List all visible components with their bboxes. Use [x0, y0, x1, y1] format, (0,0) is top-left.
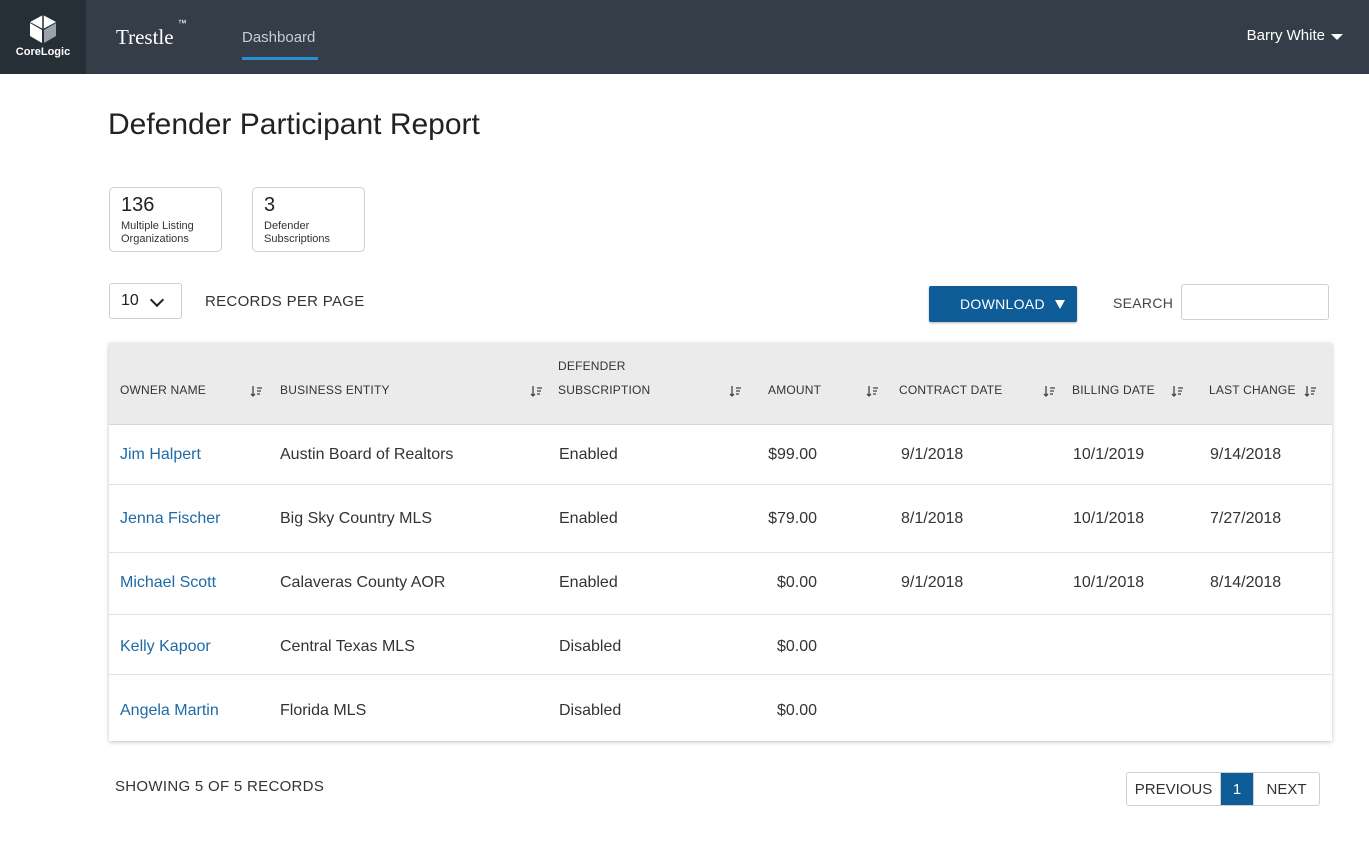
amount-cell: $99.00: [768, 446, 817, 463]
owner-name-link[interactable]: Jim Halpert: [120, 446, 201, 464]
column-header-business-entity[interactable]: BUSINESS ENTITY: [280, 383, 390, 397]
column-header-label: LAST CHANGE: [1209, 383, 1296, 397]
stat-label-line1: Multiple Listing: [121, 220, 194, 232]
sort-icon[interactable]: [1171, 385, 1183, 397]
amount-cell: $0.00: [776, 574, 817, 591]
search-input[interactable]: [1181, 284, 1329, 320]
user-name: Barry White: [1246, 27, 1325, 44]
stat-label-line1: Defender: [264, 220, 310, 232]
stat-card-subscriptions: 3 Defender Subscriptions: [252, 187, 365, 252]
download-label: DOWNLOAD: [960, 296, 1045, 312]
page-1-button[interactable]: 1: [1221, 773, 1253, 805]
stat-label-line2: Subscriptions: [264, 233, 331, 245]
stat-value: 136: [121, 194, 155, 216]
billing-date-cell: 10/1/2018: [1073, 574, 1145, 591]
column-header-owner-name[interactable]: OWNER NAME: [120, 383, 206, 397]
amount-cell: $79.00: [768, 510, 817, 527]
nav-dashboard-link[interactable]: Dashboard: [242, 29, 315, 46]
sort-icon[interactable]: [866, 385, 878, 397]
amount-cell: $0.00: [776, 702, 817, 719]
subscription-cell: Enabled: [559, 574, 618, 591]
billing-date-cell: 10/1/2018: [1073, 510, 1145, 527]
column-header-label: OWNER NAME: [120, 383, 206, 397]
subscription-cell: Disabled: [559, 638, 622, 655]
last-change-cell: 8/14/2018: [1210, 574, 1282, 591]
corelogic-cube-icon: [30, 15, 56, 43]
amount-cell: $0.00: [776, 638, 817, 655]
billing-date-cell: 10/1/2019: [1073, 446, 1145, 463]
caret-down-icon: [1331, 33, 1343, 40]
active-nav-indicator: [242, 57, 318, 60]
column-header-last-change[interactable]: LAST CHANGE: [1209, 383, 1296, 397]
subscription-cell: Disabled: [559, 702, 622, 719]
contract-date-cell: 9/1/2018: [901, 446, 964, 463]
column-header-amount[interactable]: AMOUNT: [768, 383, 821, 397]
business-entity-cell: Central Texas MLS: [280, 638, 415, 655]
pagination: PREVIOUS 1 NEXT: [1126, 772, 1320, 806]
column-header-billing-date[interactable]: BILLING DATE: [1072, 383, 1155, 397]
column-header-defender-subscription[interactable]: DEFENDER SUBSCRIPTION: [558, 359, 651, 397]
dropdown-triangle-icon: [1055, 300, 1065, 309]
previous-page-button[interactable]: PREVIOUS: [1127, 773, 1221, 805]
user-menu[interactable]: Barry White: [1247, 27, 1343, 44]
owner-name-link[interactable]: Angela Martin: [120, 702, 219, 720]
owner-name-link[interactable]: Jenna Fischer: [120, 510, 221, 528]
last-change-cell: 9/14/2018: [1210, 446, 1282, 463]
table-row: Michael Scott Calaveras County AOR Enabl…: [109, 553, 1332, 615]
business-entity-cell: Austin Board of Realtors: [280, 446, 454, 463]
stat-label: Multiple Listing Organizations: [121, 220, 210, 246]
page-title: Defender Participant Report: [108, 108, 480, 141]
sort-icon[interactable]: [530, 385, 542, 397]
participants-table: OWNER NAME BUSINESS ENTITY DEFENDER SUBSC…: [109, 343, 1332, 741]
column-header-contract-date[interactable]: CONTRACT DATE: [899, 383, 1003, 397]
owner-name-link[interactable]: Kelly Kapoor: [120, 638, 211, 656]
records-count: SHOWING 5 OF 5 RECORDS: [115, 778, 325, 795]
table-row: Jenna Fischer Big Sky Country MLS Enable…: [109, 485, 1332, 553]
top-navbar: CoreLogic Trestle™ Dashboard Barry White: [0, 0, 1369, 74]
table-header: OWNER NAME BUSINESS ENTITY DEFENDER SUBSC…: [109, 343, 1332, 425]
sort-icon[interactable]: [729, 385, 741, 397]
owner-name-link[interactable]: Michael Scott: [120, 574, 216, 592]
stat-label-line2: Organizations: [121, 233, 189, 245]
column-header-label: CONTRACT DATE: [899, 383, 1003, 397]
column-header-label: BILLING DATE: [1072, 383, 1155, 397]
contract-date-cell: 8/1/2018: [901, 510, 964, 527]
column-header-label: BUSINESS ENTITY: [280, 383, 390, 397]
brand-label: Trestle: [116, 25, 174, 49]
business-entity-cell: Big Sky Country MLS: [280, 510, 433, 527]
table-row: Kelly Kapoor Central Texas MLS Disabled …: [109, 615, 1332, 675]
contract-date-cell: 9/1/2018: [901, 574, 964, 591]
corelogic-logo[interactable]: CoreLogic: [0, 0, 86, 74]
per-page-value: 10: [121, 292, 139, 309]
stat-label: Defender Subscriptions: [264, 220, 353, 246]
table-row: Angela Martin Florida MLS Disabled $0.00: [109, 675, 1332, 741]
download-button[interactable]: DOWNLOAD: [929, 286, 1077, 322]
trademark-mark: ™: [177, 18, 187, 28]
business-entity-cell: Calaveras County AOR: [280, 574, 446, 591]
chevron-down-icon: [149, 292, 165, 308]
sort-icon[interactable]: [1304, 385, 1316, 397]
subscription-cell: Enabled: [559, 446, 618, 463]
last-change-cell: 7/27/2018: [1210, 510, 1282, 527]
business-entity-cell: Florida MLS: [280, 702, 367, 719]
records-per-page-select[interactable]: 10: [109, 283, 182, 319]
sort-icon[interactable]: [1043, 385, 1055, 397]
subscription-cell: Enabled: [559, 510, 618, 527]
sort-icon[interactable]: [250, 385, 262, 397]
table-row: Jim Halpert Austin Board of Realtors Ena…: [109, 425, 1332, 485]
column-header-line1: DEFENDER: [558, 359, 626, 373]
column-header-label: AMOUNT: [768, 383, 822, 397]
next-page-button[interactable]: NEXT: [1253, 773, 1319, 805]
stat-value: 3: [264, 194, 276, 216]
records-per-page-label: RECORDS PER PAGE: [205, 293, 365, 310]
stat-card-mlo: 136 Multiple Listing Organizations: [109, 187, 222, 252]
column-header-label: SUBSCRIPTION: [558, 383, 651, 397]
brand-name[interactable]: Trestle™: [116, 18, 187, 50]
logo-text: CoreLogic: [15, 46, 71, 58]
search-label: SEARCH: [1113, 295, 1174, 311]
